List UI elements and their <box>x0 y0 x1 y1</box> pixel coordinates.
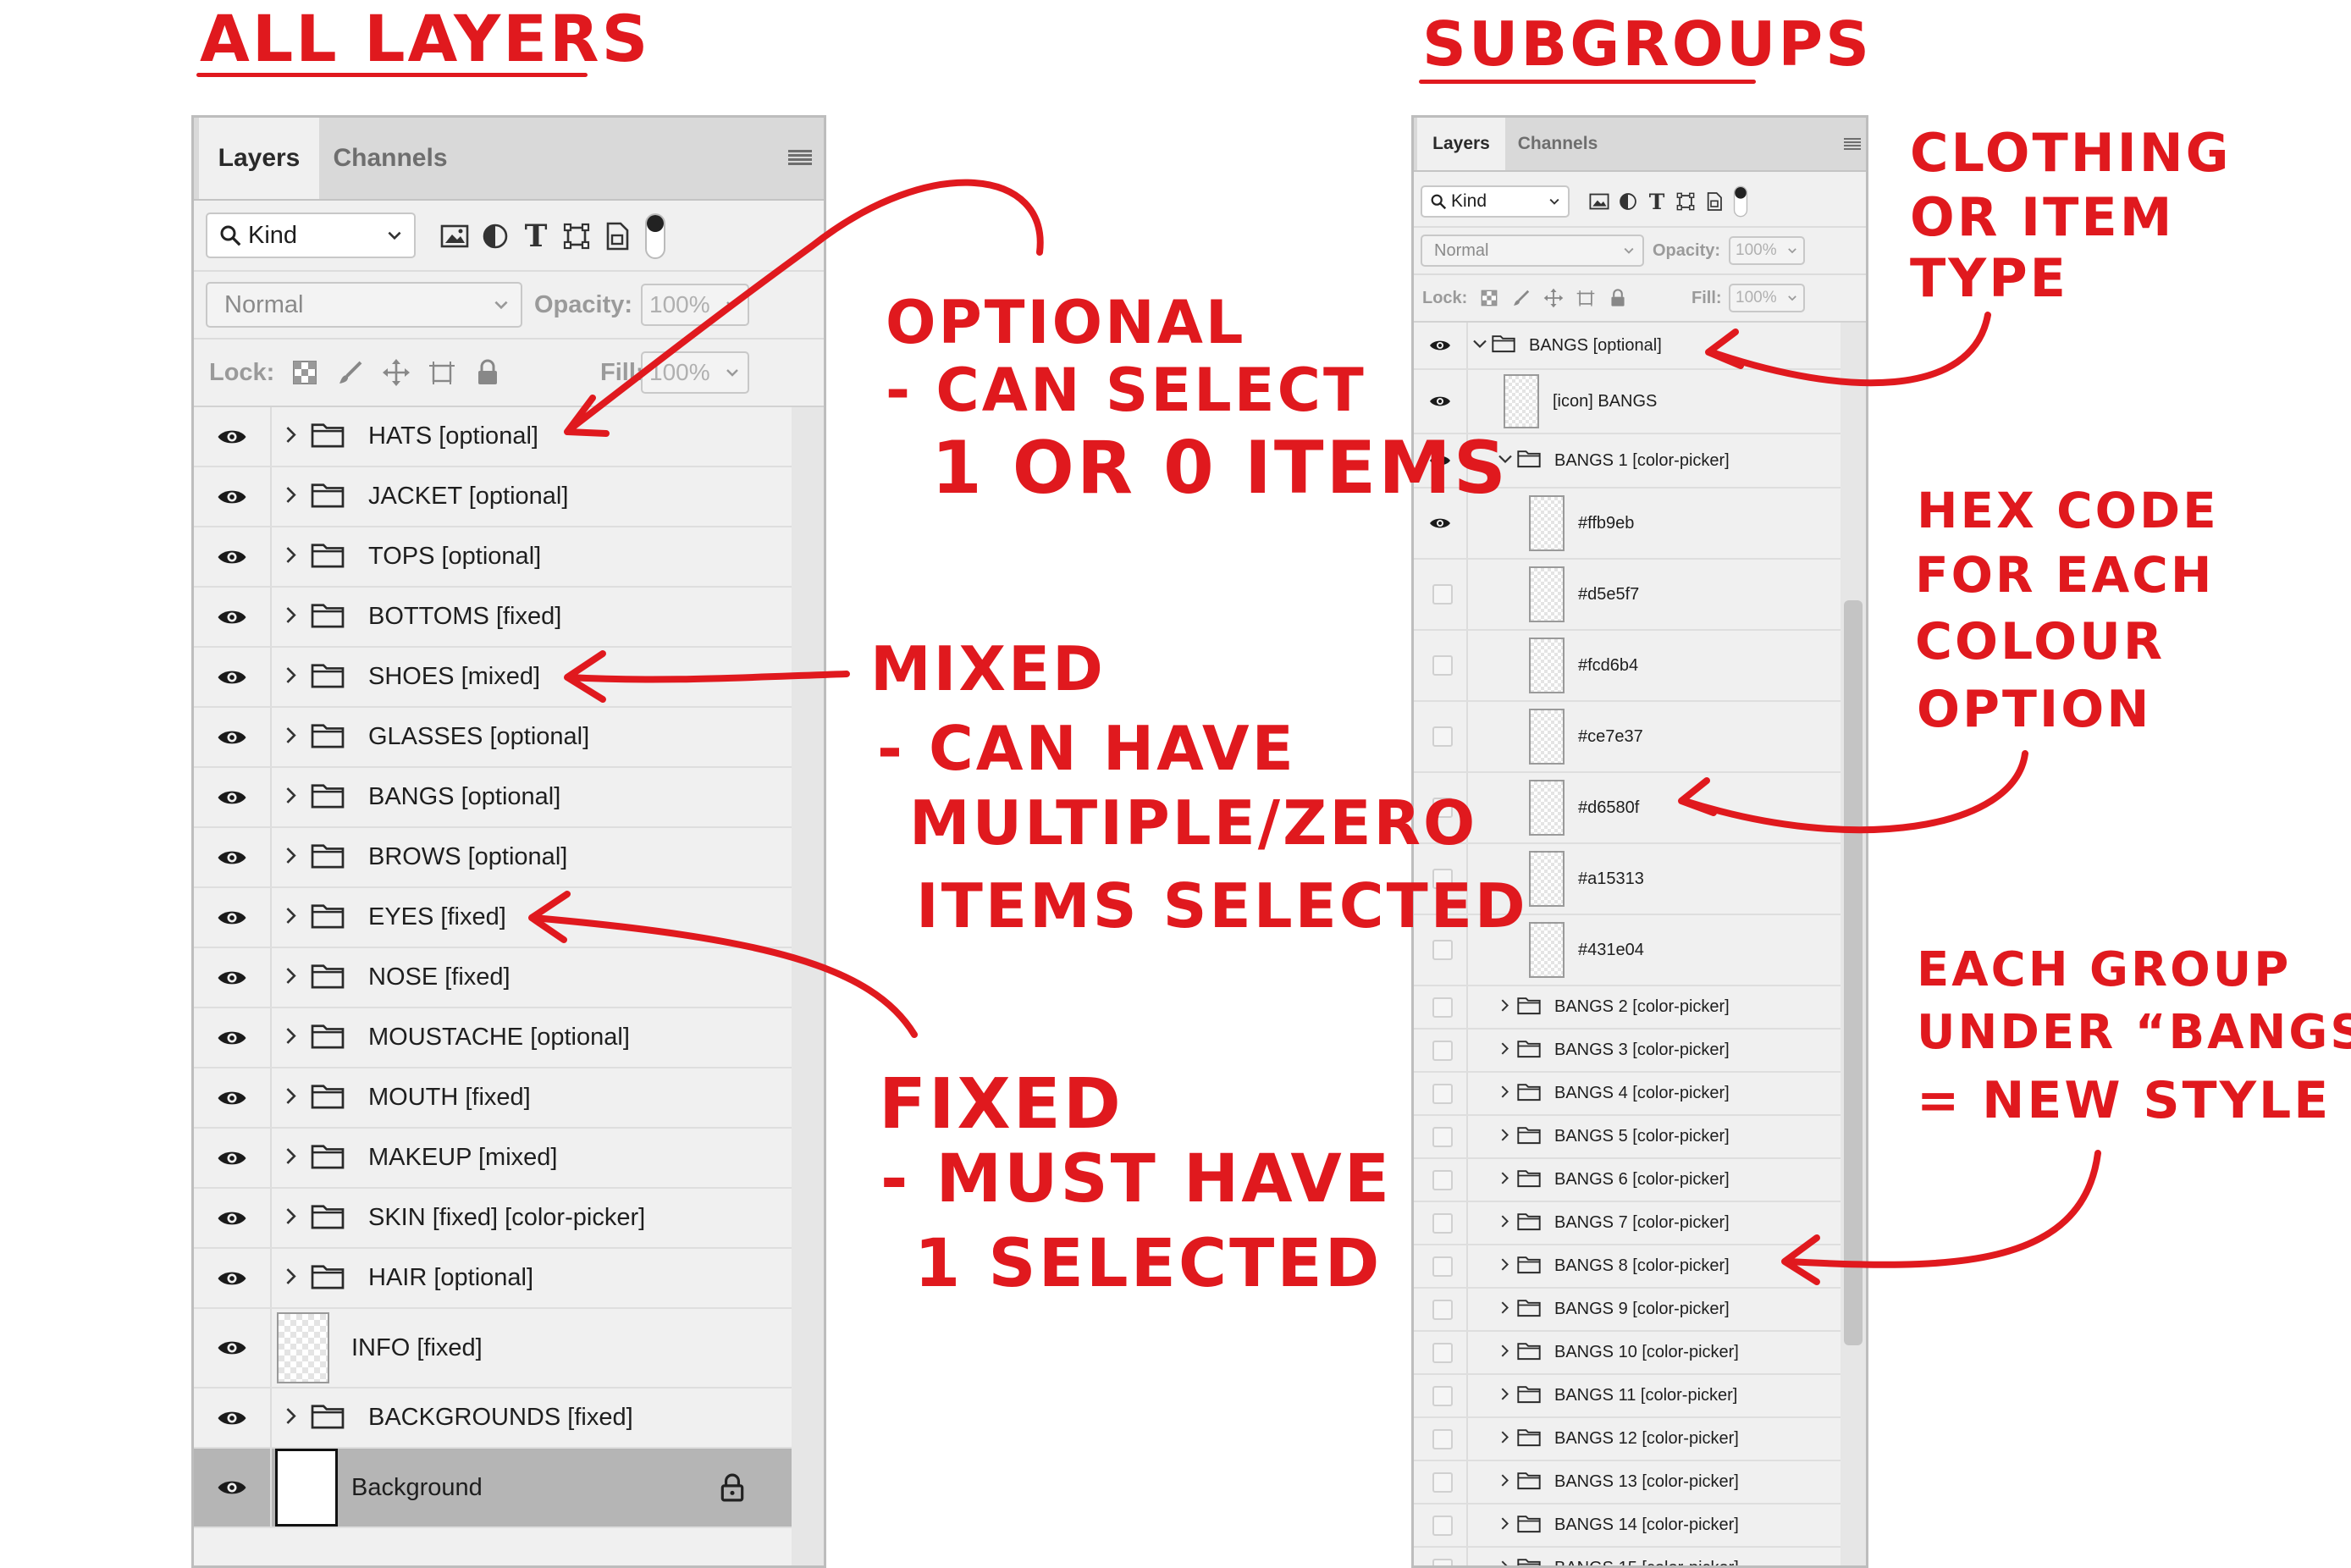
arrow-head <box>1705 329 1744 369</box>
arrow-fixed <box>530 914 918 1038</box>
arrow-optional <box>566 179 1044 433</box>
annotation-arrows <box>528 179 2101 1285</box>
arrow-head <box>1678 777 1717 816</box>
arrow-hex <box>1681 750 2028 834</box>
arrow-clothing <box>1708 312 1991 387</box>
arrow-mixed <box>566 671 850 683</box>
arrow-each-group <box>1785 1150 2101 1268</box>
